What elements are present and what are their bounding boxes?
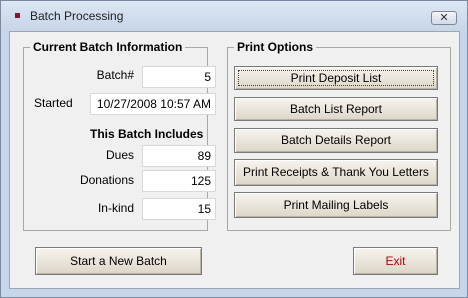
- window-title: Batch Processing: [30, 9, 124, 23]
- started-field[interactable]: 10/27/2008 10:57 AM: [90, 93, 216, 115]
- print-receipts-label: Print Receipts & Thank You Letters: [243, 165, 429, 179]
- batch-processing-window: Batch Processing ✕ Current Batch Informa…: [0, 0, 468, 298]
- app-icon: [15, 13, 20, 18]
- print-deposit-list-label: Print Deposit List: [290, 71, 382, 85]
- started-label: Started: [34, 96, 73, 110]
- exit-button[interactable]: Exit: [353, 247, 438, 275]
- batch-includes-heading: This Batch Includes: [90, 127, 204, 141]
- start-new-batch-button[interactable]: Start a New Batch: [35, 247, 202, 275]
- batch-number-label: Batch#: [96, 68, 134, 82]
- print-options-group: Print Options Print Deposit List Batch L…: [227, 40, 451, 231]
- current-batch-group: Current Batch Information Batch# 5 Start…: [23, 40, 216, 231]
- print-options-heading: Print Options: [234, 40, 316, 54]
- print-deposit-list-button[interactable]: Print Deposit List: [234, 66, 438, 90]
- print-receipts-button[interactable]: Print Receipts & Thank You Letters: [234, 159, 438, 186]
- donations-field[interactable]: 125: [142, 170, 216, 192]
- exit-label: Exit: [385, 254, 406, 268]
- batch-details-report-label: Batch Details Report: [280, 133, 392, 147]
- dues-field[interactable]: 89: [142, 145, 216, 167]
- start-new-batch-label: Start a New Batch: [70, 254, 167, 268]
- inkind-field[interactable]: 15: [142, 198, 216, 220]
- donations-label: Donations: [79, 173, 134, 187]
- print-mailing-labels-label: Print Mailing Labels: [283, 198, 389, 212]
- print-mailing-labels-button[interactable]: Print Mailing Labels: [234, 192, 438, 218]
- batch-details-report-button[interactable]: Batch Details Report: [234, 128, 438, 153]
- inkind-label: In-kind: [97, 201, 134, 215]
- batch-list-report-button[interactable]: Batch List Report: [234, 97, 438, 121]
- current-batch-heading: Current Batch Information: [30, 40, 186, 54]
- title-bar[interactable]: Batch Processing ✕: [1, 1, 467, 29]
- close-button[interactable]: ✕: [431, 11, 457, 25]
- batch-number-field[interactable]: 5: [142, 66, 216, 88]
- window-content: Current Batch Information Batch# 5 Start…: [9, 31, 460, 289]
- dues-label: Dues: [105, 148, 134, 162]
- batch-list-report-label: Batch List Report: [289, 102, 383, 116]
- close-icon: ✕: [439, 12, 449, 24]
